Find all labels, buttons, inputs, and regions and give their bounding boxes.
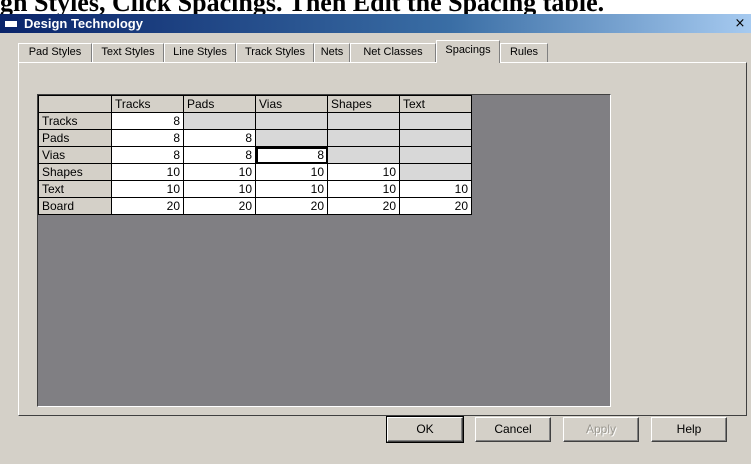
- column-header-tracks[interactable]: Tracks: [111, 95, 184, 113]
- tab-strip: Pad Styles Text Styles Line Styles Track…: [18, 40, 718, 63]
- spacing-cell[interactable]: 8: [111, 146, 184, 164]
- close-button[interactable]: ×: [731, 16, 749, 31]
- spacing-cell[interactable]: 20: [255, 197, 328, 215]
- spacing-cell-disabled: [399, 146, 472, 164]
- spacing-cell-disabled: [327, 146, 400, 164]
- spacing-cell-disabled: [183, 112, 256, 130]
- tab-spacings[interactable]: Spacings: [436, 40, 500, 63]
- window-icon: [4, 17, 18, 28]
- title-bar[interactable]: Design Technology ×: [0, 14, 751, 33]
- spacing-cell[interactable]: 8: [183, 129, 256, 147]
- table-row: Pads 8 8: [38, 129, 472, 147]
- spacing-cell[interactable]: 10: [183, 180, 256, 198]
- spacing-cell[interactable]: 8: [111, 129, 184, 147]
- table-row: Text 10 10 10 10 10: [38, 180, 472, 198]
- spacing-cell[interactable]: 20: [111, 197, 184, 215]
- table-row: Vias 8 8 8: [38, 146, 472, 164]
- spacing-cell[interactable]: 10: [111, 180, 184, 198]
- spacing-cell-disabled: [399, 163, 472, 181]
- spacing-cell[interactable]: 8: [111, 112, 184, 130]
- tab-text-styles[interactable]: Text Styles: [92, 43, 164, 62]
- spacing-cell-disabled: [327, 112, 400, 130]
- row-header-tracks[interactable]: Tracks: [38, 112, 112, 130]
- spacing-cell[interactable]: 20: [327, 197, 400, 215]
- spacing-cell-selected[interactable]: 8: [255, 146, 328, 164]
- table-row: Shapes 10 10 10 10: [38, 163, 472, 181]
- tab-rules[interactable]: Rules: [500, 43, 548, 62]
- spacing-cell[interactable]: 10: [399, 180, 472, 198]
- spacing-cell-disabled: [327, 129, 400, 147]
- row-header-board[interactable]: Board: [38, 197, 112, 215]
- spacing-cell[interactable]: 8: [183, 146, 256, 164]
- column-header-vias[interactable]: Vias: [255, 95, 328, 113]
- spacing-cell[interactable]: 10: [111, 163, 184, 181]
- spacing-grid-area[interactable]: Tracks Pads Vias Shapes Text Tracks 8 Pa…: [37, 94, 611, 407]
- help-button[interactable]: Help: [651, 417, 727, 442]
- tab-net-classes[interactable]: Net Classes: [350, 43, 436, 62]
- design-technology-dialog: Design Technology × Pad Styles Text Styl…: [0, 14, 751, 464]
- table-row: Board 20 20 20 20 20: [38, 197, 472, 215]
- row-header-shapes[interactable]: Shapes: [38, 163, 112, 181]
- apply-button[interactable]: Apply: [563, 417, 639, 442]
- spacing-cell-disabled: [255, 112, 328, 130]
- spacing-cell[interactable]: 20: [183, 197, 256, 215]
- row-header-pads[interactable]: Pads: [38, 129, 112, 147]
- spacing-cell[interactable]: 20: [399, 197, 472, 215]
- ok-button[interactable]: OK: [386, 416, 464, 443]
- cancel-button[interactable]: Cancel: [475, 417, 551, 442]
- column-header-shapes[interactable]: Shapes: [327, 95, 400, 113]
- corner-header: [38, 95, 112, 113]
- spacing-cell[interactable]: 10: [327, 180, 400, 198]
- spacing-cell[interactable]: 10: [255, 163, 328, 181]
- spacing-cell[interactable]: 10: [255, 180, 328, 198]
- column-header-text[interactable]: Text: [399, 95, 472, 113]
- spacing-table: Tracks Pads Vias Shapes Text Tracks 8 Pa…: [38, 95, 472, 215]
- tab-track-styles[interactable]: Track Styles: [236, 43, 314, 62]
- spacing-cell-disabled: [255, 129, 328, 147]
- table-header-row: Tracks Pads Vias Shapes Text: [38, 95, 472, 113]
- spacing-cell-disabled: [399, 112, 472, 130]
- table-row: Tracks 8: [38, 112, 472, 130]
- row-header-text[interactable]: Text: [38, 180, 112, 198]
- tab-line-styles[interactable]: Line Styles: [164, 43, 236, 62]
- spacing-cell[interactable]: 10: [327, 163, 400, 181]
- spacing-cell[interactable]: 10: [183, 163, 256, 181]
- row-header-vias[interactable]: Vias: [38, 146, 112, 164]
- column-header-pads[interactable]: Pads: [183, 95, 256, 113]
- spacing-cell-disabled: [399, 129, 472, 147]
- tab-pad-styles[interactable]: Pad Styles: [18, 43, 92, 62]
- tab-nets[interactable]: Nets: [314, 43, 350, 62]
- window-title: Design Technology: [24, 16, 143, 31]
